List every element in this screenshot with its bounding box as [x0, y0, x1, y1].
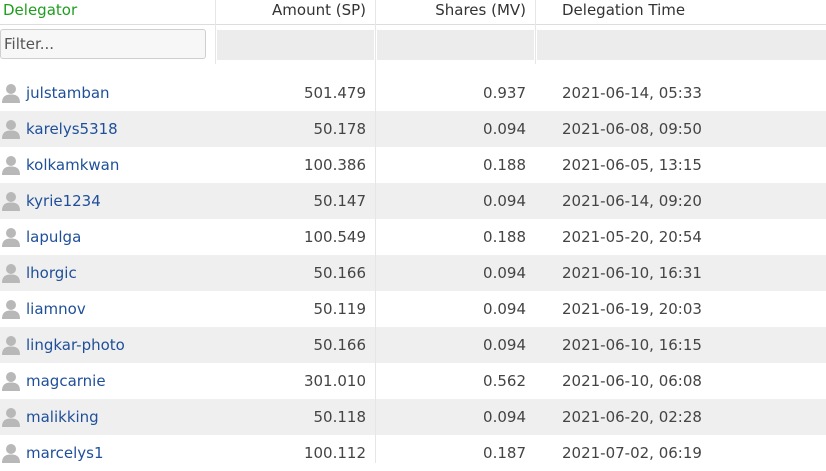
- shares-cell: 0.562: [483, 372, 526, 390]
- column-header-delegation-time[interactable]: Delegation Time: [562, 0, 685, 24]
- delegation-time-cell: 2021-06-08, 09:50: [562, 120, 702, 138]
- delegator-cell: kolkamkwan: [2, 147, 119, 183]
- user-icon: [2, 336, 20, 355]
- user-icon: [2, 84, 20, 103]
- column-divider: [535, 0, 536, 64]
- delegation-time-cell: 2021-06-14, 05:33: [562, 84, 702, 102]
- delegator-link[interactable]: kyrie1234: [26, 183, 101, 219]
- delegator-link[interactable]: malikking: [26, 399, 99, 435]
- header-spacer: [0, 65, 826, 75]
- delegation-time-cell: 2021-06-14, 09:20: [562, 192, 702, 210]
- filter-input[interactable]: [0, 29, 206, 59]
- shares-cell: 0.188: [483, 156, 526, 174]
- user-icon: [2, 264, 20, 283]
- delegation-time-cell: 2021-06-20, 02:28: [562, 408, 702, 426]
- shares-cell: 0.094: [483, 408, 526, 426]
- column-header-shares[interactable]: Shares (MV): [435, 0, 526, 24]
- table-row: magcarnie 301.010 0.562 2021-06-10, 06:0…: [0, 363, 826, 399]
- filter-cell-amount: [217, 30, 374, 60]
- user-icon: [2, 120, 20, 139]
- table-row: julstamban 501.479 0.937 2021-06-14, 05:…: [0, 75, 826, 111]
- table-row: lingkar-photo 50.166 0.094 2021-06-10, 1…: [0, 327, 826, 363]
- table-row: kyrie1234 50.147 0.094 2021-06-14, 09:20: [0, 183, 826, 219]
- delegator-cell: magcarnie: [2, 363, 106, 399]
- delegator-link[interactable]: lapulga: [26, 219, 81, 255]
- amount-cell: 301.010: [303, 372, 366, 390]
- amount-cell: 50.119: [313, 300, 367, 318]
- amount-cell: 50.118: [313, 408, 367, 426]
- amount-cell: 100.549: [303, 228, 366, 246]
- delegation-time-cell: 2021-05-20, 20:54: [562, 228, 702, 246]
- amount-cell: 100.386: [303, 156, 366, 174]
- table-row: marcelys1 100.112 0.187 2021-07-02, 06:1…: [0, 435, 826, 471]
- column-header-amount[interactable]: Amount (SP): [272, 0, 366, 24]
- column-header-delegator[interactable]: Delegator: [3, 0, 77, 24]
- delegator-link[interactable]: karelys5318: [26, 111, 118, 147]
- user-icon: [2, 228, 20, 247]
- delegator-cell: lapulga: [2, 219, 81, 255]
- delegator-cell: kyrie1234: [2, 183, 101, 219]
- shares-cell: 0.094: [483, 300, 526, 318]
- amount-cell: 100.112: [303, 444, 366, 462]
- amount-cell: 50.178: [313, 120, 367, 138]
- delegator-link[interactable]: lhorgic: [26, 255, 77, 291]
- amount-cell: 50.166: [313, 264, 367, 282]
- shares-cell: 0.188: [483, 228, 526, 246]
- column-divider: [215, 0, 216, 64]
- delegation-time-cell: 2021-06-05, 13:15: [562, 156, 702, 174]
- user-icon: [2, 192, 20, 211]
- table-row: liamnov 50.119 0.094 2021-06-19, 20:03: [0, 291, 826, 327]
- delegator-cell: liamnov: [2, 291, 86, 327]
- amount-cell: 501.479: [303, 84, 366, 102]
- shares-cell: 0.094: [483, 264, 526, 282]
- delegator-cell: malikking: [2, 399, 99, 435]
- delegator-link[interactable]: lingkar-photo: [26, 327, 125, 363]
- shares-cell: 0.094: [483, 192, 526, 210]
- delegator-link[interactable]: liamnov: [26, 291, 86, 327]
- user-icon: [2, 444, 20, 463]
- filter-cell-shares: [377, 30, 534, 60]
- delegator-cell: lhorgic: [2, 255, 77, 291]
- filter-cell-time: [537, 30, 826, 60]
- amount-cell: 50.166: [313, 336, 367, 354]
- delegation-time-cell: 2021-06-10, 16:31: [562, 264, 702, 282]
- table-row: lapulga 100.549 0.188 2021-05-20, 20:54: [0, 219, 826, 255]
- amount-cell: 50.147: [313, 192, 367, 210]
- delegation-time-cell: 2021-06-19, 20:03: [562, 300, 702, 318]
- table-row: malikking 50.118 0.094 2021-06-20, 02:28: [0, 399, 826, 435]
- delegator-cell: julstamban: [2, 75, 110, 111]
- delegator-cell: marcelys1: [2, 435, 104, 471]
- column-divider: [375, 0, 376, 463]
- delegator-cell: lingkar-photo: [2, 327, 125, 363]
- table-header: Delegator Amount (SP) Shares (MV) Delega…: [0, 0, 826, 25]
- table-body: julstamban 501.479 0.937 2021-06-14, 05:…: [0, 75, 826, 471]
- user-icon: [2, 300, 20, 319]
- shares-cell: 0.187: [483, 444, 526, 462]
- user-icon: [2, 408, 20, 427]
- delegator-link[interactable]: kolkamkwan: [26, 147, 119, 183]
- delegator-link[interactable]: julstamban: [26, 75, 110, 111]
- filter-row: [0, 25, 826, 65]
- delegation-time-cell: 2021-06-10, 06:08: [562, 372, 702, 390]
- delegator-cell: karelys5318: [2, 111, 118, 147]
- delegator-link[interactable]: marcelys1: [26, 435, 104, 471]
- user-icon: [2, 156, 20, 175]
- shares-cell: 0.094: [483, 120, 526, 138]
- delegations-table: Delegator Amount (SP) Shares (MV) Delega…: [0, 0, 826, 471]
- shares-cell: 0.094: [483, 336, 526, 354]
- delegation-time-cell: 2021-07-02, 06:19: [562, 444, 702, 462]
- delegation-time-cell: 2021-06-10, 16:15: [562, 336, 702, 354]
- delegator-link[interactable]: magcarnie: [26, 363, 106, 399]
- table-row: karelys5318 50.178 0.094 2021-06-08, 09:…: [0, 111, 826, 147]
- user-icon: [2, 372, 20, 391]
- shares-cell: 0.937: [483, 84, 526, 102]
- table-row: lhorgic 50.166 0.094 2021-06-10, 16:31: [0, 255, 826, 291]
- table-row: kolkamkwan 100.386 0.188 2021-06-05, 13:…: [0, 147, 826, 183]
